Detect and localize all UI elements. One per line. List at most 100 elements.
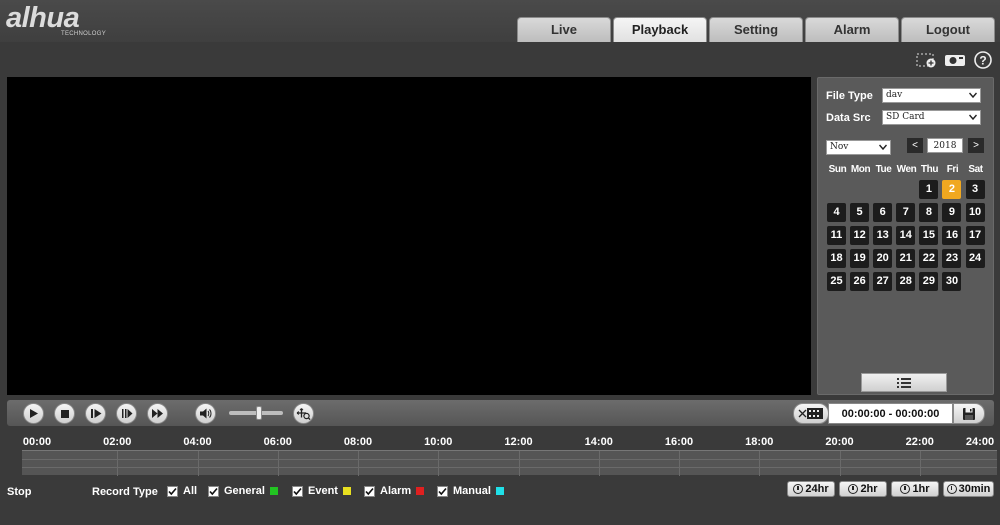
calendar-weekdays: Sun Mon Tue Wen Thu Fri Sat [826,164,988,175]
calendar-day[interactable]: 23 [942,249,962,269]
calendar-day[interactable]: 7 [896,203,916,223]
file-type-select[interactable]: dav [882,88,981,103]
timeline-gridline [22,459,997,460]
clip-icon [798,408,823,419]
checkbox-box[interactable] [292,485,303,497]
calendar-day[interactable]: 20 [873,249,893,269]
zoom-24hr-button[interactable]: 24hr [787,481,835,497]
data-src-select[interactable]: SD Card [882,110,981,125]
filter-general-checkbox[interactable]: General [208,485,278,497]
weekday-label: Thu [920,164,939,175]
playback-search-panel: File Type dav Data Src SD Card Nov < 201… [817,77,994,395]
calendar-day[interactable]: 17 [965,226,985,246]
stop-button[interactable] [54,403,75,424]
filter-alarm-checkbox[interactable]: Alarm [364,485,425,497]
help-icon[interactable]: ? [972,51,994,69]
file-list-button[interactable] [861,373,947,392]
clock-icon [946,484,957,494]
clip-time-range[interactable]: 00:00:00 - 00:00:00 [828,403,953,424]
play-button[interactable] [23,403,44,424]
timeline-gridline [22,467,997,468]
digital-zoom-button[interactable] [293,403,314,424]
calendar-day[interactable]: 6 [873,203,893,223]
save-clip-button[interactable] [953,403,985,424]
volume-slider-knob[interactable] [255,406,262,420]
calendar-day[interactable]: 13 [873,226,893,246]
tab-playback[interactable]: Playback [613,17,707,42]
calendar-day[interactable]: 27 [873,272,893,292]
timeline-track[interactable] [22,450,997,476]
calendar-day[interactable]: 1 [919,180,939,199]
add-window-icon[interactable] [916,51,938,69]
calendar-day[interactable]: 9 [942,203,962,223]
calendar-day[interactable]: 21 [896,249,916,269]
calendar-day[interactable]: 11 [827,226,846,246]
calendar-day[interactable]: 24 [965,249,985,269]
checkbox-box[interactable] [364,485,375,497]
calendar-day-selected[interactable]: 2 [942,180,962,199]
calendar-day[interactable]: 16 [942,226,962,246]
timeline-tick-labels: 00:00 02:00 04:00 06:00 08:00 10:00 12:00 14:00… [0,436,1000,450]
calendar-day[interactable]: 12 [850,226,870,246]
calendar-day[interactable]: 10 [965,203,985,223]
filter-manual-label: Manual [453,485,491,497]
next-year-button[interactable]: > [968,138,984,153]
calendar-day[interactable]: 19 [850,249,870,269]
timeline-gridline [277,451,279,476]
timeline-tick-label: 06:00 [263,436,292,448]
tab-logout[interactable]: Logout [901,17,995,42]
save-clip-icon [963,407,975,420]
calendar-day[interactable]: 18 [827,249,846,269]
tab-setting[interactable]: Setting [709,17,803,42]
calendar-day[interactable]: 3 [965,180,985,199]
tab-alarm[interactable]: Alarm [805,17,899,42]
weekday-label: Wen [896,164,917,175]
zoom-24hr-label: 24hr [805,483,829,495]
year-input[interactable]: 2018 [927,138,963,153]
calendar-day[interactable]: 29 [919,272,939,292]
zoom-1hr-button[interactable]: 1hr [891,481,939,497]
volume-button[interactable] [195,403,216,424]
zoom-1hr-label: 1hr [912,483,930,495]
checkbox-box[interactable] [208,485,219,497]
step-frame-button[interactable] [116,403,137,424]
list-icon [897,377,911,388]
checkbox-box[interactable] [437,485,448,497]
timeline-gridline [358,451,359,476]
month-select[interactable]: Nov [826,140,891,155]
zoom-2hr-button[interactable]: 2hr [839,481,887,497]
month-value: Nov [830,142,849,152]
prev-year-button[interactable]: < [907,138,923,153]
video-display[interactable] [7,77,811,395]
chevron-down-icon [969,114,977,121]
file-type-value: dav [886,90,903,100]
filter-event-checkbox[interactable]: Event [292,485,351,497]
timeline-gridline [759,451,761,476]
calendar-day[interactable]: 15 [919,226,939,246]
filter-manual-checkbox[interactable]: Manual [437,485,504,497]
fast-forward-button[interactable] [147,403,168,424]
calendar-day[interactable]: 4 [827,203,846,223]
calendar-day[interactable]: 30 [942,272,962,292]
clip-button[interactable] [793,403,829,424]
snapshot-icon[interactable] [944,51,966,69]
zoom-30min-button[interactable]: 30min [943,481,994,497]
checkmark-icon [209,487,218,495]
filter-all-checkbox[interactable]: All [167,485,197,497]
play-reverse-button[interactable] [85,403,106,424]
calendar-day[interactable]: 26 [850,272,870,292]
tab-live[interactable]: Live [517,17,611,42]
calendar-day[interactable]: 28 [896,272,916,292]
calendar-day[interactable]: 8 [919,203,939,223]
event-color-swatch [342,487,351,495]
volume-slider[interactable] [229,406,283,420]
checkbox-box[interactable] [167,485,178,497]
weekday-label: Fri [946,164,959,175]
help-glyph: ? [979,53,986,67]
calendar-day[interactable]: 5 [850,203,870,223]
calendar-day[interactable]: 22 [919,249,939,269]
checkmark-icon [365,487,374,495]
calendar-day[interactable]: 25 [827,272,846,292]
tool-icons: ? [916,51,994,69]
calendar-day[interactable]: 14 [896,226,916,246]
